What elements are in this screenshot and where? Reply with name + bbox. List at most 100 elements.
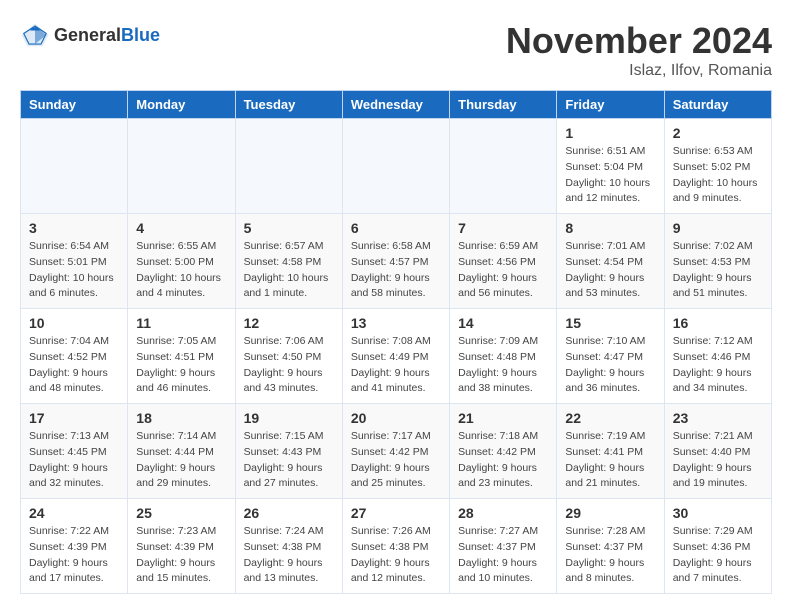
day-number: 19 [244,410,334,426]
day-info: Sunrise: 7:29 AMSunset: 4:36 PMDaylight:… [673,524,763,587]
weekday-header-sunday: Sunday [21,91,128,119]
calendar-cell: 16 Sunrise: 7:12 AMSunset: 4:46 PMDayligh… [664,309,771,404]
calendar-cell [450,119,557,214]
day-info: Sunrise: 6:59 AMSunset: 4:56 PMDaylight:… [458,239,548,302]
calendar-cell: 10 Sunrise: 7:04 AMSunset: 4:52 PMDayligh… [21,309,128,404]
day-info: Sunrise: 7:28 AMSunset: 4:37 PMDaylight:… [565,524,655,587]
day-number: 29 [565,505,655,521]
day-number: 4 [136,220,226,236]
calendar-cell: 6 Sunrise: 6:58 AMSunset: 4:57 PMDaylight… [342,214,449,309]
day-info: Sunrise: 6:55 AMSunset: 5:00 PMDaylight:… [136,239,226,302]
calendar-cell: 21 Sunrise: 7:18 AMSunset: 4:42 PMDayligh… [450,404,557,499]
day-info: Sunrise: 7:05 AMSunset: 4:51 PMDaylight:… [136,334,226,397]
calendar-cell: 4 Sunrise: 6:55 AMSunset: 5:00 PMDaylight… [128,214,235,309]
day-number: 3 [29,220,119,236]
weekday-header-wednesday: Wednesday [342,91,449,119]
day-info: Sunrise: 6:54 AMSunset: 5:01 PMDaylight:… [29,239,119,302]
day-number: 7 [458,220,548,236]
day-number: 18 [136,410,226,426]
day-info: Sunrise: 6:53 AMSunset: 5:02 PMDaylight:… [673,144,763,207]
calendar-cell: 17 Sunrise: 7:13 AMSunset: 4:45 PMDayligh… [21,404,128,499]
calendar-cell: 2Sunrise: 6:53 AMSunset: 5:02 PMDaylight… [664,119,771,214]
day-number: 10 [29,315,119,331]
day-info: Sunrise: 7:24 AMSunset: 4:38 PMDaylight:… [244,524,334,587]
day-info: Sunrise: 7:08 AMSunset: 4:49 PMDaylight:… [351,334,441,397]
day-number: 28 [458,505,548,521]
page-header: GeneralBlue November 2024 Islaz, Ilfov, … [20,20,772,80]
day-number: 9 [673,220,763,236]
calendar-cell: 24 Sunrise: 7:22 AMSunset: 4:39 PMDayligh… [21,499,128,594]
logo: GeneralBlue [20,20,160,50]
calendar-week-row: 24 Sunrise: 7:22 AMSunset: 4:39 PMDayligh… [21,499,772,594]
day-number: 17 [29,410,119,426]
logo-icon [20,20,50,50]
calendar-cell: 7 Sunrise: 6:59 AMSunset: 4:56 PMDaylight… [450,214,557,309]
calendar-cell: 30 Sunrise: 7:29 AMSunset: 4:36 PMDayligh… [664,499,771,594]
calendar-cell: 18 Sunrise: 7:14 AMSunset: 4:44 PMDayligh… [128,404,235,499]
day-number: 15 [565,315,655,331]
weekday-header-row: SundayMondayTuesdayWednesdayThursdayFrid… [21,91,772,119]
month-title: November 2024 [506,20,772,62]
day-info: Sunrise: 7:14 AMSunset: 4:44 PMDaylight:… [136,429,226,492]
weekday-header-thursday: Thursday [450,91,557,119]
calendar-cell: 23Sunrise: 7:21 AMSunset: 4:40 PMDayligh… [664,404,771,499]
day-info: Sunrise: 7:17 AMSunset: 4:42 PMDaylight:… [351,429,441,492]
day-number: 26 [244,505,334,521]
logo-text: GeneralBlue [54,25,160,46]
calendar-cell: 25 Sunrise: 7:23 AMSunset: 4:39 PMDayligh… [128,499,235,594]
day-number: 27 [351,505,441,521]
calendar-cell: 12 Sunrise: 7:06 AMSunset: 4:50 PMDayligh… [235,309,342,404]
logo-general: General [54,25,121,45]
day-number: 30 [673,505,763,521]
calendar-cell: 3 Sunrise: 6:54 AMSunset: 5:01 PMDaylight… [21,214,128,309]
day-info: Sunrise: 6:58 AMSunset: 4:57 PMDaylight:… [351,239,441,302]
weekday-header-monday: Monday [128,91,235,119]
day-number: 22 [565,410,655,426]
calendar-week-row: 17 Sunrise: 7:13 AMSunset: 4:45 PMDayligh… [21,404,772,499]
day-number: 25 [136,505,226,521]
day-number: 1 [565,125,655,141]
day-info: Sunrise: 7:13 AMSunset: 4:45 PMDaylight:… [29,429,119,492]
day-info: Sunrise: 7:15 AMSunset: 4:43 PMDaylight:… [244,429,334,492]
day-info: Sunrise: 6:57 AMSunset: 4:58 PMDaylight:… [244,239,334,302]
day-info: Sunrise: 6:51 AMSunset: 5:04 PMDaylight:… [565,144,655,207]
day-info: Sunrise: 7:10 AMSunset: 4:47 PMDaylight:… [565,334,655,397]
day-number: 6 [351,220,441,236]
calendar-week-row: 10 Sunrise: 7:04 AMSunset: 4:52 PMDayligh… [21,309,772,404]
weekday-header-saturday: Saturday [664,91,771,119]
day-info: Sunrise: 7:22 AMSunset: 4:39 PMDaylight:… [29,524,119,587]
logo-blue: Blue [121,25,160,45]
day-number: 13 [351,315,441,331]
calendar-week-row: 3 Sunrise: 6:54 AMSunset: 5:01 PMDaylight… [21,214,772,309]
calendar-table: SundayMondayTuesdayWednesdayThursdayFrid… [20,90,772,594]
day-number: 20 [351,410,441,426]
calendar-cell: 5Sunrise: 6:57 AMSunset: 4:58 PMDaylight… [235,214,342,309]
day-number: 21 [458,410,548,426]
day-number: 16 [673,315,763,331]
calendar-cell: 13 Sunrise: 7:08 AMSunset: 4:49 PMDayligh… [342,309,449,404]
calendar-cell: 26 Sunrise: 7:24 AMSunset: 4:38 PMDayligh… [235,499,342,594]
calendar-week-row: 1 Sunrise: 6:51 AMSunset: 5:04 PMDaylight… [21,119,772,214]
day-info: Sunrise: 7:23 AMSunset: 4:39 PMDaylight:… [136,524,226,587]
day-info: Sunrise: 7:12 AMSunset: 4:46 PMDaylight:… [673,334,763,397]
calendar-cell [235,119,342,214]
day-info: Sunrise: 7:26 AMSunset: 4:38 PMDaylight:… [351,524,441,587]
calendar-cell: 14Sunrise: 7:09 AMSunset: 4:48 PMDayligh… [450,309,557,404]
day-info: Sunrise: 7:01 AMSunset: 4:54 PMDaylight:… [565,239,655,302]
calendar-cell: 19 Sunrise: 7:15 AMSunset: 4:43 PMDayligh… [235,404,342,499]
day-info: Sunrise: 7:02 AMSunset: 4:53 PMDaylight:… [673,239,763,302]
calendar-cell: 20 Sunrise: 7:17 AMSunset: 4:42 PMDayligh… [342,404,449,499]
day-info: Sunrise: 7:06 AMSunset: 4:50 PMDaylight:… [244,334,334,397]
calendar-cell: 1 Sunrise: 6:51 AMSunset: 5:04 PMDaylight… [557,119,664,214]
day-number: 12 [244,315,334,331]
calendar-cell: 11Sunrise: 7:05 AMSunset: 4:51 PMDayligh… [128,309,235,404]
calendar-cell: 15 Sunrise: 7:10 AMSunset: 4:47 PMDayligh… [557,309,664,404]
calendar-cell: 29 Sunrise: 7:28 AMSunset: 4:37 PMDayligh… [557,499,664,594]
day-info: Sunrise: 7:21 AMSunset: 4:40 PMDaylight:… [673,429,763,492]
day-number: 24 [29,505,119,521]
location-subtitle: Islaz, Ilfov, Romania [506,62,772,80]
day-info: Sunrise: 7:18 AMSunset: 4:42 PMDaylight:… [458,429,548,492]
calendar-cell: 27 Sunrise: 7:26 AMSunset: 4:38 PMDayligh… [342,499,449,594]
day-info: Sunrise: 7:04 AMSunset: 4:52 PMDaylight:… [29,334,119,397]
weekday-header-tuesday: Tuesday [235,91,342,119]
